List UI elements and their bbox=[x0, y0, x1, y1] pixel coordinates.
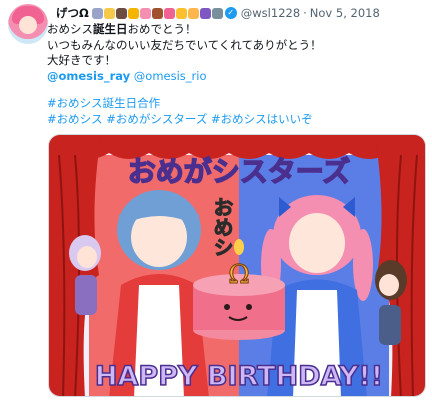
verified-icon: ✓ bbox=[224, 7, 237, 19]
chick-icon bbox=[175, 7, 187, 19]
cake-right-eye bbox=[246, 304, 252, 310]
separator-dot: · bbox=[303, 6, 307, 20]
birthday-illustration: Ω おめシ おめがシスターズ HAPPY BIRTHDAY!! bbox=[49, 135, 425, 396]
rabbit-icon bbox=[91, 7, 103, 19]
sparkle-icon bbox=[103, 7, 115, 19]
hashtag-line-2: #おめシス #おめがシスターズ #おめシスはいいぞ bbox=[47, 112, 417, 128]
brain-icon bbox=[163, 7, 175, 19]
cake-left-eye bbox=[224, 304, 230, 310]
right-girl-face bbox=[289, 213, 345, 273]
hand-icon bbox=[187, 7, 199, 19]
tweet[interactable]: げつΩ ✓ @wsl1228 · Nov 5, 2018 おめシス誕生日おめでと… bbox=[0, 0, 432, 401]
hashtag-link[interactable]: #おめがシスターズ bbox=[106, 112, 207, 126]
right-side-character-body bbox=[379, 305, 401, 345]
tweet-date[interactable]: Nov 5, 2018 bbox=[310, 6, 380, 20]
tweet-text: おめシス誕生日おめでとう！ いつもみんなのいい友だちでいてくれてありがとう！ 大… bbox=[47, 22, 417, 127]
hashtag-line-1: #おめシス誕生日合作 bbox=[47, 96, 417, 112]
text-line-3: 大好きです！ bbox=[47, 53, 116, 67]
illustration-title: おめがシスターズ bbox=[128, 155, 351, 188]
hashtag-link[interactable]: #おめシス bbox=[47, 112, 103, 126]
squirrel-icon bbox=[151, 7, 163, 19]
cake-omega-candle: Ω bbox=[228, 260, 250, 290]
devil-icon bbox=[199, 7, 211, 19]
balloon-icon bbox=[127, 7, 139, 19]
avatar[interactable] bbox=[8, 4, 48, 44]
text-line-1-pre: おめシス bbox=[47, 22, 93, 36]
happy-birthday-text: HAPPY BIRTHDAY!! bbox=[95, 361, 383, 392]
text-line-1-bold: 誕生日 bbox=[93, 22, 128, 36]
mention-link[interactable]: @omesis_ray bbox=[47, 69, 130, 83]
text-line-2: いつもみんなのいい友だちでいてくれてありがとう！ bbox=[47, 37, 322, 52]
right-side-character-face bbox=[379, 274, 399, 296]
boot-icon bbox=[115, 7, 127, 19]
name-emoji-row bbox=[91, 7, 223, 19]
wolf-icon bbox=[211, 7, 223, 19]
mention-link[interactable]: @omesis_rio bbox=[134, 69, 207, 83]
display-name[interactable]: げつΩ bbox=[56, 5, 89, 21]
avatar-face bbox=[19, 16, 37, 34]
hashtag-link[interactable]: #おめシス誕生日合作 bbox=[47, 96, 160, 110]
candle-flame-icon bbox=[234, 239, 244, 255]
left-side-character-body bbox=[75, 275, 97, 315]
flower-icon bbox=[139, 7, 151, 19]
hashtag-link[interactable]: #おめシスはいいぞ bbox=[211, 112, 313, 126]
text-line-1: おめシス誕生日おめでとう！ bbox=[47, 22, 417, 38]
user-handle[interactable]: @wsl1228 bbox=[241, 6, 300, 20]
left-side-character-face bbox=[77, 246, 97, 268]
tweet-media-image[interactable]: Ω おめシ おめがシスターズ HAPPY BIRTHDAY!! bbox=[48, 134, 426, 397]
tweet-header: げつΩ ✓ @wsl1228 · Nov 5, 2018 bbox=[56, 5, 380, 21]
text-line-1-post: おめでとう！ bbox=[127, 22, 197, 36]
vertical-banner-text: おめシ bbox=[210, 197, 234, 257]
mentions-line: @omesis_ray @omesis_rio bbox=[47, 69, 417, 85]
